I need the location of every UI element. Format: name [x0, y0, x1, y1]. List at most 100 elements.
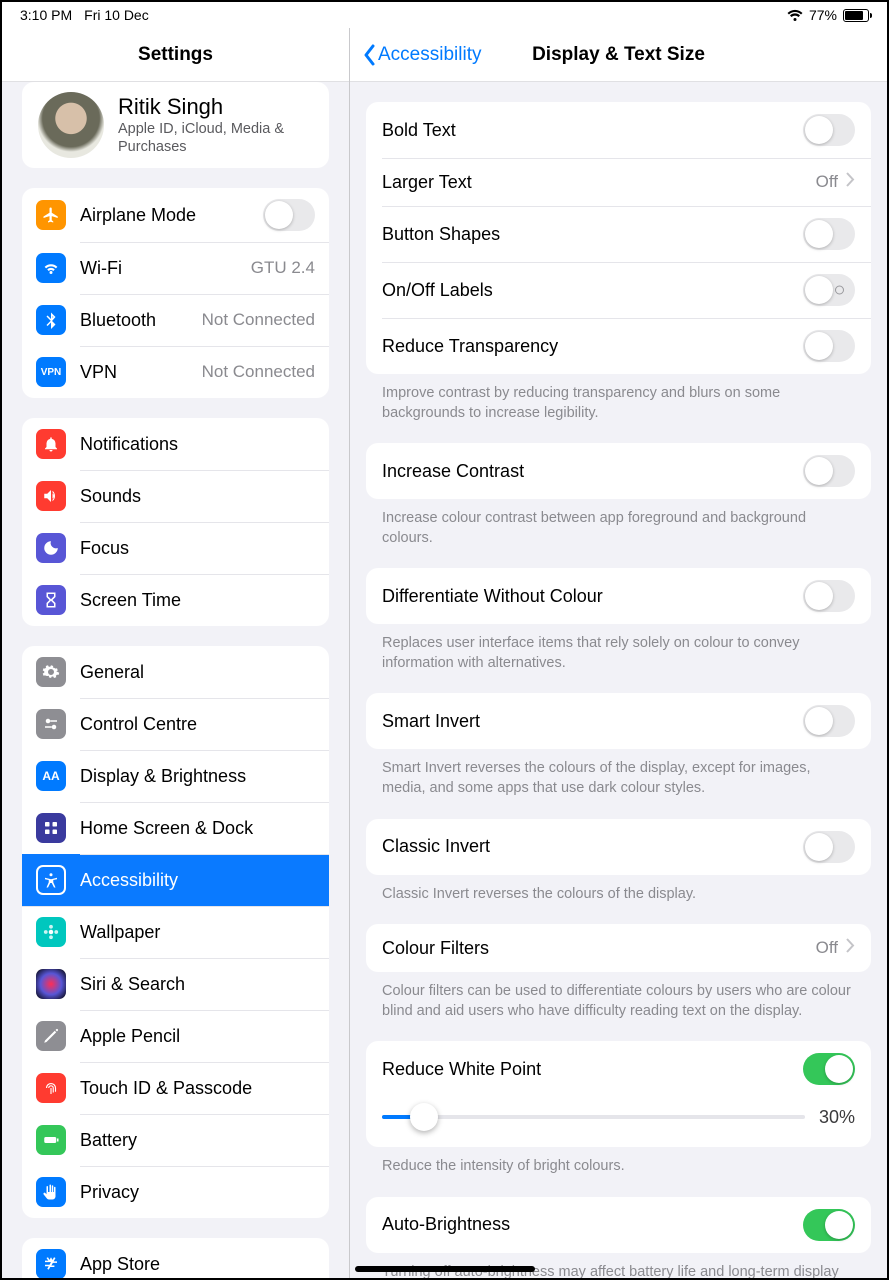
status-date: Fri 10 Dec	[84, 7, 149, 23]
reduce-white-point-toggle[interactable]	[803, 1053, 855, 1085]
row-value: Not Connected	[202, 362, 315, 382]
status-battery: 77%	[809, 7, 837, 23]
row-label: Increase Contrast	[382, 461, 803, 482]
row-auto-brightness[interactable]: Auto-Brightness	[366, 1197, 871, 1253]
row-onoff-labels[interactable]: On/Off Labels	[366, 262, 871, 318]
row-button-shapes[interactable]: Button Shapes	[366, 206, 871, 262]
sidebar-item-airplane[interactable]: Airplane Mode	[22, 188, 329, 242]
battery-icon	[843, 9, 869, 22]
siri-icon	[36, 969, 66, 999]
sidebar-item-control-centre[interactable]: Control Centre	[22, 698, 329, 750]
increase-contrast-toggle[interactable]	[803, 455, 855, 487]
row-classic-invert[interactable]: Classic Invert	[366, 819, 871, 875]
onoff-labels-toggle[interactable]	[803, 274, 855, 306]
row-colour-filters[interactable]: Colour FiltersOff	[366, 924, 871, 972]
row-label: VPN	[80, 362, 188, 383]
row-label: Button Shapes	[382, 224, 803, 245]
row-label: Wallpaper	[80, 922, 315, 943]
row-label: Reduce Transparency	[382, 336, 803, 357]
sidebar-item-notifications[interactable]: Notifications	[22, 418, 329, 470]
white-point-slider[interactable]	[382, 1103, 805, 1131]
airplane-toggle[interactable]	[263, 199, 315, 231]
differentiate-toggle[interactable]	[803, 580, 855, 612]
row-label: Differentiate Without Colour	[382, 586, 803, 607]
settings-sidebar: Settings Ritik Singh Apple ID, iCloud, M…	[2, 28, 350, 1278]
row-increase-contrast[interactable]: Increase Contrast	[366, 443, 871, 499]
sidebar-item-apple-pencil[interactable]: Apple Pencil	[22, 1010, 329, 1062]
row-label: Focus	[80, 538, 315, 559]
sidebar-item-accessibility[interactable]: Accessibility	[22, 854, 329, 906]
sidebar-item-general[interactable]: General	[22, 646, 329, 698]
row-label: Auto-Brightness	[382, 1214, 803, 1235]
sidebar-item-vpn[interactable]: VPN VPN Not Connected	[22, 346, 329, 398]
sidebar-item-sounds[interactable]: Sounds	[22, 470, 329, 522]
classic-invert-toggle[interactable]	[803, 831, 855, 863]
row-label: Accessibility	[80, 870, 315, 891]
sidebar-item-battery[interactable]: Battery	[22, 1114, 329, 1166]
row-reduce-transparency[interactable]: Reduce Transparency	[366, 318, 871, 374]
detail-pane: Accessibility Display & Text Size Bold T…	[350, 28, 887, 1278]
smart-invert-toggle[interactable]	[803, 705, 855, 737]
sidebar-item-wallpaper[interactable]: Wallpaper	[22, 906, 329, 958]
row-label: Home Screen & Dock	[80, 818, 315, 839]
status-time: 3:10 PM	[20, 7, 72, 23]
text-size-icon: AA	[36, 761, 66, 791]
vpn-icon: VPN	[36, 357, 66, 387]
hourglass-icon	[36, 585, 66, 615]
row-label: Battery	[80, 1130, 315, 1151]
row-label: Display & Brightness	[80, 766, 315, 787]
footer-contrast: Increase colour contrast between app for…	[350, 499, 887, 548]
row-bold-text[interactable]: Bold Text	[366, 102, 871, 158]
profile-card[interactable]: Ritik Singh Apple ID, iCloud, Media & Pu…	[22, 82, 329, 168]
bold-text-toggle[interactable]	[803, 114, 855, 146]
chevron-left-icon	[362, 44, 376, 66]
battery-icon	[36, 1125, 66, 1155]
row-label: Smart Invert	[382, 711, 803, 732]
sidebar-item-appstore[interactable]: App Store	[22, 1238, 329, 1278]
gear-icon	[36, 657, 66, 687]
sidebar-item-touchid[interactable]: Touch ID & Passcode	[22, 1062, 329, 1114]
sound-icon	[36, 481, 66, 511]
footer-classic: Classic Invert reverses the colours of t…	[350, 875, 887, 905]
wifi-icon	[36, 253, 66, 283]
auto-brightness-toggle[interactable]	[803, 1209, 855, 1241]
sidebar-item-display-brightness[interactable]: AA Display & Brightness	[22, 750, 329, 802]
footer-white: Reduce the intensity of bright colours.	[350, 1147, 887, 1177]
sidebar-item-bluetooth[interactable]: Bluetooth Not Connected	[22, 294, 329, 346]
sidebar-item-home-screen[interactable]: Home Screen & Dock	[22, 802, 329, 854]
home-indicator[interactable]	[355, 1266, 535, 1272]
row-label: Airplane Mode	[80, 205, 249, 226]
sidebar-item-siri[interactable]: Siri & Search	[22, 958, 329, 1010]
back-button[interactable]: Accessibility	[362, 44, 481, 66]
footer-reduce-transparency: Improve contrast by reducing transparenc…	[350, 374, 887, 423]
chevron-right-icon	[846, 172, 855, 192]
wifi-icon	[787, 9, 803, 21]
white-point-slider-row: 30%	[366, 1097, 871, 1147]
sidebar-item-focus[interactable]: Focus	[22, 522, 329, 574]
row-larger-text[interactable]: Larger TextOff	[366, 158, 871, 206]
hand-icon	[36, 1177, 66, 1207]
sidebar-item-screentime[interactable]: Screen Time	[22, 574, 329, 626]
row-label: Control Centre	[80, 714, 315, 735]
row-value: Off	[816, 172, 838, 192]
status-bar: 3:10 PM Fri 10 Dec 77%	[2, 2, 887, 28]
row-label: Touch ID & Passcode	[80, 1078, 315, 1099]
button-shapes-toggle[interactable]	[803, 218, 855, 250]
row-value: GTU 2.4	[251, 258, 315, 278]
row-differentiate-colour[interactable]: Differentiate Without Colour	[366, 568, 871, 624]
row-label: Classic Invert	[382, 836, 803, 857]
footer-cfilters: Colour filters can be used to differenti…	[350, 972, 887, 1021]
fingerprint-icon	[36, 1073, 66, 1103]
profile-subtitle: Apple ID, iCloud, Media & Purchases	[118, 120, 313, 156]
reduce-transparency-toggle[interactable]	[803, 330, 855, 362]
pencil-icon	[36, 1021, 66, 1051]
sidebar-item-privacy[interactable]: Privacy	[22, 1166, 329, 1218]
detail-header: Accessibility Display & Text Size	[350, 28, 887, 82]
back-label: Accessibility	[378, 44, 481, 66]
row-label: Colour Filters	[382, 938, 816, 959]
row-reduce-white-point[interactable]: Reduce White Point	[366, 1041, 871, 1097]
row-smart-invert[interactable]: Smart Invert	[366, 693, 871, 749]
sidebar-item-wifi[interactable]: Wi-Fi GTU 2.4	[22, 242, 329, 294]
bluetooth-icon	[36, 305, 66, 335]
footer-smart: Smart Invert reverses the colours of the…	[350, 749, 887, 798]
